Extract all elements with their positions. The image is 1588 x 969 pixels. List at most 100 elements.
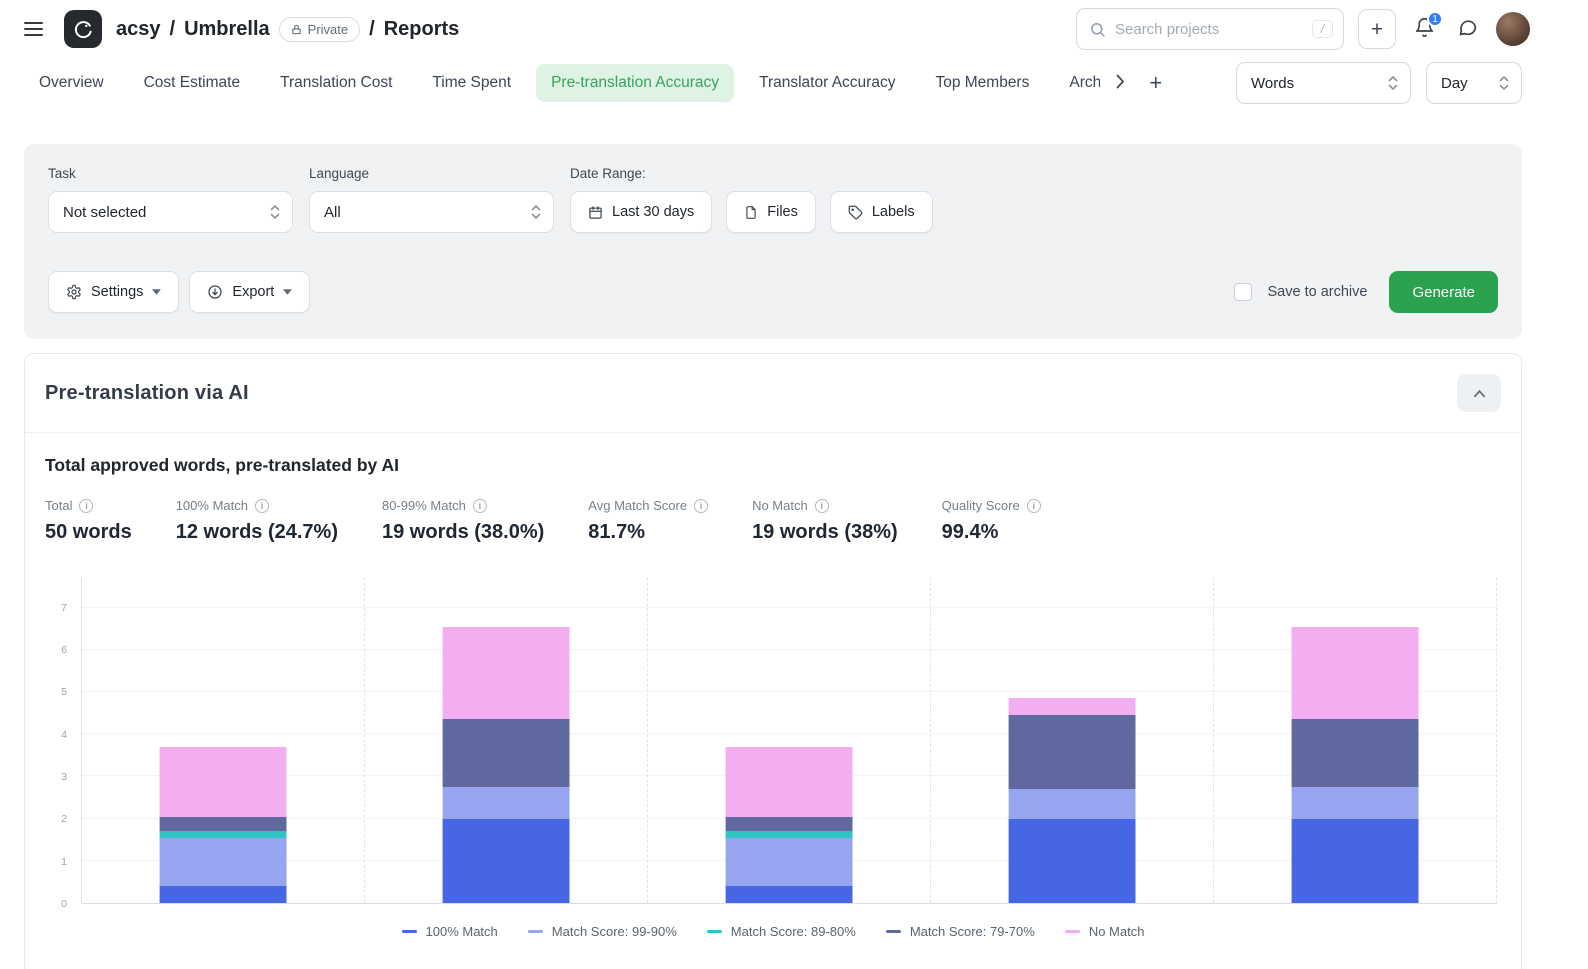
save-to-archive-checkbox[interactable] [1234, 283, 1252, 301]
bar-segment-100-match [726, 886, 853, 903]
info-icon[interactable]: i [255, 499, 269, 513]
settings-button[interactable]: Settings [48, 271, 179, 313]
chart-slot-5 [1214, 578, 1497, 903]
legend-label: Match Score: 99-90% [552, 924, 677, 939]
y-tick-label: 2 [61, 813, 67, 825]
stat-label: Avg Match Scorei [588, 498, 708, 513]
file-icon [744, 205, 758, 220]
app-root: acsy / Umbrella Private / Reports / + [0, 0, 1546, 969]
breadcrumb: acsy / Umbrella Private / Reports [116, 17, 459, 42]
stat-100-match: 100% Matchi12 words (24.7%) [176, 498, 338, 544]
task-select-value: Not selected [63, 204, 146, 221]
tab-translation-cost[interactable]: Translation Cost [265, 64, 407, 102]
tab-overview[interactable]: Overview [24, 64, 119, 102]
y-tick-label: 1 [61, 856, 67, 868]
chart-slot-2 [365, 578, 648, 903]
stacked-bar-4[interactable] [1009, 578, 1136, 903]
legend-item-match-score-79-70[interactable]: Match Score: 79-70% [886, 924, 1035, 939]
notification-badge: 1 [1427, 11, 1443, 27]
bar-segment-no-match [1292, 627, 1419, 720]
filter-row-1: Task Not selected Language All Date Rang… [48, 166, 1498, 233]
updown-caret-icon [531, 204, 541, 220]
date-range-value: Last 30 days [612, 204, 694, 220]
gear-icon [66, 284, 82, 300]
tab-cost-estimate[interactable]: Cost Estimate [129, 64, 255, 102]
search-box[interactable]: / [1076, 8, 1344, 50]
tabs-overflow-button[interactable] [1110, 68, 1131, 98]
stats-row: Totali50 words100% Matchi12 words (24.7%… [45, 498, 1501, 544]
breadcrumb-separator: / [170, 18, 176, 41]
tab-pre-translation-accuracy[interactable]: Pre-translation Accuracy [536, 64, 734, 102]
tab-translator-accuracy[interactable]: Translator Accuracy [744, 64, 910, 102]
period-select[interactable]: Day [1426, 62, 1522, 104]
report-card-header: Pre-translation via AI [25, 354, 1521, 433]
collapse-card-button[interactable] [1457, 374, 1501, 412]
generate-button[interactable]: Generate [1389, 271, 1498, 313]
bar-segment-match-score-79-70 [1292, 719, 1419, 787]
breadcrumb-org[interactable]: acsy [116, 18, 161, 41]
stat-value: 12 words (24.7%) [176, 521, 338, 544]
chart-plot-area [81, 578, 1497, 904]
tab-time-spent[interactable]: Time Spent [417, 64, 526, 102]
task-select[interactable]: Not selected [48, 191, 293, 233]
unit-select[interactable]: Words [1236, 62, 1411, 104]
tab-arch[interactable]: Arch [1054, 64, 1100, 102]
bar-segment-match-score-99-90 [443, 787, 570, 819]
export-button[interactable]: Export [189, 271, 310, 313]
language-select-value: All [324, 204, 341, 221]
topbar-actions: / + 1 [1076, 8, 1530, 50]
stat-quality-score: Quality Scorei99.4% [942, 498, 1041, 544]
files-button[interactable]: Files [726, 191, 816, 233]
y-tick-label: 4 [61, 729, 67, 741]
create-button[interactable]: + [1358, 9, 1396, 49]
stacked-bar-5[interactable] [1292, 578, 1419, 903]
stat-value: 19 words (38.0%) [382, 521, 544, 544]
stacked-bar-chart: 01234567 [49, 578, 1497, 904]
legend-label: Match Score: 89-80% [731, 924, 856, 939]
search-input[interactable] [1115, 21, 1303, 38]
task-label: Task [48, 166, 293, 181]
bar-segment-match-score-79-70 [160, 817, 287, 832]
info-icon[interactable]: i [473, 499, 487, 513]
tab-top-members[interactable]: Top Members [920, 64, 1044, 102]
stat-value: 81.7% [588, 521, 708, 544]
messages-button[interactable] [1453, 13, 1482, 45]
legend-item-no-match[interactable]: No Match [1065, 924, 1145, 939]
filter-panel: Task Not selected Language All Date Rang… [24, 144, 1522, 339]
avatar[interactable] [1496, 12, 1530, 46]
stacked-bar-1[interactable] [160, 578, 287, 903]
app-logo[interactable] [64, 10, 102, 48]
top-bar: acsy / Umbrella Private / Reports / + [0, 0, 1546, 58]
labels-button[interactable]: Labels [830, 191, 933, 233]
info-icon[interactable]: i [815, 499, 829, 513]
info-icon[interactable]: i [79, 499, 93, 513]
add-report-tab-button[interactable]: + [1141, 66, 1170, 100]
private-badge-label: Private [308, 22, 348, 37]
labels-button-label: Labels [872, 204, 915, 220]
stat-label: 80-99% Matchi [382, 498, 544, 513]
date-range-button[interactable]: Last 30 days [570, 191, 712, 233]
search-icon [1089, 21, 1106, 38]
y-tick-label: 7 [61, 602, 67, 614]
date-range-group: Date Range: Last 30 days Files Labels [570, 166, 933, 233]
date-range-label: Date Range: [570, 166, 933, 181]
bar-segment-match-score-99-90 [726, 838, 853, 887]
caret-down-icon [152, 289, 161, 295]
y-tick-label: 3 [61, 771, 67, 783]
hamburger-menu-button[interactable] [24, 16, 50, 42]
settings-button-label: Settings [91, 284, 143, 300]
info-icon[interactable]: i [694, 499, 708, 513]
language-select[interactable]: All [309, 191, 554, 233]
legend-item-match-score-99-90[interactable]: Match Score: 99-90% [528, 924, 677, 939]
info-icon[interactable]: i [1027, 499, 1041, 513]
save-to-archive-label: Save to archive [1268, 284, 1368, 300]
stacked-bar-2[interactable] [443, 578, 570, 903]
private-badge: Private [279, 17, 360, 42]
legend-label: Match Score: 79-70% [910, 924, 1035, 939]
legend-item-100-match[interactable]: 100% Match [402, 924, 498, 939]
bar-segment-no-match [726, 747, 853, 817]
stacked-bar-3[interactable] [726, 578, 853, 903]
legend-item-match-score-89-80[interactable]: Match Score: 89-80% [707, 924, 856, 939]
notifications-button[interactable]: 1 [1410, 13, 1439, 45]
breadcrumb-project[interactable]: Umbrella [184, 18, 270, 41]
